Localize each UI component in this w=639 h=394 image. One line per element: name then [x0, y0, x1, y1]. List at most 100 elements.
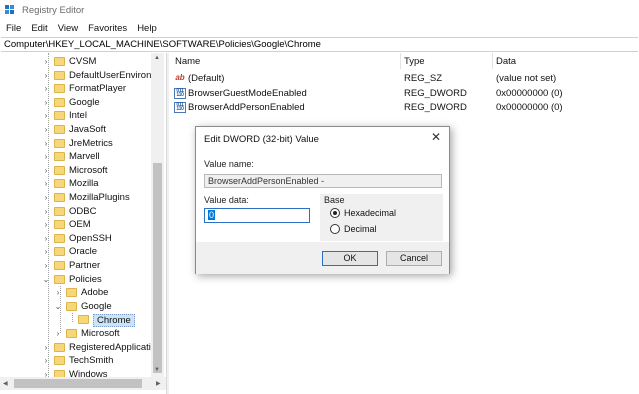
- close-icon[interactable]: ✕: [431, 130, 441, 144]
- tree-item[interactable]: › Intel: [0, 109, 150, 123]
- value-name-label: Value name:: [204, 159, 254, 169]
- tree-item[interactable]: › Partner: [0, 259, 150, 273]
- folder-icon: [54, 206, 65, 216]
- tree-item[interactable]: › Mozilla: [0, 177, 150, 191]
- menu-view[interactable]: View: [58, 23, 78, 34]
- string-value-icon: ab: [175, 73, 185, 82]
- base-label: Base: [324, 195, 345, 205]
- folder-icon: [66, 301, 77, 311]
- decimal-radio[interactable]: [330, 224, 340, 234]
- folder-icon: [54, 125, 65, 134]
- value-data-input[interactable]: 0: [204, 208, 310, 223]
- tree-item[interactable]: › Oracle: [0, 245, 150, 259]
- folder-icon: [54, 57, 65, 66]
- ok-button[interactable]: OK: [322, 251, 378, 266]
- folder-icon: [54, 152, 65, 162]
- folder-icon: [54, 193, 65, 202]
- value-type: REG_SZ: [404, 73, 443, 84]
- tree-item[interactable]: ⌄ Policies: [0, 273, 150, 287]
- binary-value-icon: 011 110: [174, 102, 186, 113]
- tree-item-label: MozillaPlugins: [69, 192, 130, 203]
- folder-icon: [54, 342, 65, 352]
- menu-edit[interactable]: Edit: [31, 23, 47, 34]
- folder-icon: [54, 356, 65, 366]
- tree-item[interactable]: › JavaSoft: [0, 123, 150, 137]
- tree-item[interactable]: › MozillaPlugins: [0, 191, 150, 205]
- tree-item-label: Mozilla: [69, 178, 99, 190]
- window-title: Registry Editor: [22, 4, 85, 16]
- value-data: 0x00000000 (0): [496, 88, 563, 99]
- tree-item-label: CVSM: [69, 56, 97, 67]
- tree-item-label: Policies: [69, 273, 102, 285]
- cancel-button[interactable]: Cancel: [386, 251, 442, 266]
- tree-item[interactable]: › OEM: [0, 218, 150, 232]
- tree-vertical-scroll-thumb[interactable]: [153, 163, 162, 373]
- tree-item-label: JreMetrics: [69, 137, 113, 149]
- value-data: (value not set): [496, 73, 557, 84]
- tree-item-label: Microsoft: [69, 164, 108, 176]
- tree-guide-line: [60, 286, 61, 333]
- column-header-data[interactable]: Data: [496, 56, 516, 67]
- tree-item[interactable]: › JreMetrics: [0, 137, 150, 151]
- tree-item[interactable]: › Microsoft: [0, 164, 150, 178]
- tree-item[interactable]: › ODBC: [0, 205, 150, 219]
- tree-item[interactable]: › RegisteredApplicatic: [0, 341, 156, 355]
- scroll-left-icon[interactable]: ◀: [3, 380, 8, 387]
- tree-item[interactable]: ⌄ Google: [0, 300, 150, 314]
- menu-bar: File Edit View Favorites Help: [0, 20, 639, 37]
- address-path[interactable]: Computer\HKEY_LOCAL_MACHINE\SOFTWARE\Pol…: [4, 39, 321, 50]
- tree-item[interactable]: › Adobe: [0, 286, 150, 300]
- tree-item[interactable]: › DefaultUserEnvironn: [0, 69, 157, 83]
- tree-item[interactable]: › FormatPlayer: [0, 82, 150, 96]
- menu-help[interactable]: Help: [137, 23, 157, 34]
- folder-icon: [66, 329, 77, 338]
- address-bar[interactable]: Computer\HKEY_LOCAL_MACHINE\SOFTWARE\Pol…: [1, 37, 638, 52]
- tree-item[interactable]: › TechSmith: [0, 354, 150, 368]
- tree-item-label: Marvell: [69, 151, 100, 163]
- column-header-type[interactable]: Type: [404, 56, 425, 67]
- column-header-name[interactable]: Name: [175, 56, 200, 67]
- tree-item[interactable]: Chrome: [0, 313, 150, 328]
- tree-guide-line: [72, 313, 73, 323]
- registry-editor-icon: [5, 5, 15, 15]
- tree-item[interactable]: › CVSM: [0, 55, 150, 69]
- scroll-right-icon[interactable]: ▶: [156, 380, 161, 387]
- menu-file[interactable]: File: [6, 23, 21, 34]
- tree-item[interactable]: › Google: [0, 96, 150, 110]
- decimal-label[interactable]: Decimal: [344, 224, 377, 234]
- tree-horizontal-scroll-thumb[interactable]: [14, 379, 142, 388]
- title-bar: Registry Editor: [0, 0, 639, 20]
- folder-icon: [54, 261, 65, 270]
- tree-item-label: DefaultUserEnvironn: [69, 69, 157, 81]
- dialog-title: Edit DWORD (32-bit) Value: [204, 134, 319, 145]
- tree-item[interactable]: › Microsoft: [0, 327, 150, 341]
- hexadecimal-radio[interactable]: [330, 208, 340, 218]
- tree-horizontal-scrollbar[interactable]: ◀ ▶: [0, 377, 166, 390]
- folder-icon: [54, 247, 65, 257]
- pane-splitter[interactable]: [166, 53, 169, 394]
- tree-item-label: Microsoft: [81, 328, 120, 339]
- menu-favorites[interactable]: Favorites: [88, 23, 127, 34]
- value-name: BrowserGuestModeEnabled: [188, 88, 307, 99]
- folder-icon: [54, 233, 65, 243]
- hexadecimal-label[interactable]: Hexadecimal: [344, 208, 396, 218]
- tree-vertical-scrollbar[interactable]: ▲ ▼: [151, 53, 164, 377]
- scroll-down-icon[interactable]: ▼: [154, 367, 160, 373]
- value-name: BrowserAddPersonEnabled: [188, 102, 305, 113]
- folder-icon: [54, 97, 65, 107]
- folder-icon: [54, 274, 65, 284]
- tree-item[interactable]: › OpenSSH: [0, 232, 150, 246]
- value-type: REG_DWORD: [404, 88, 467, 99]
- folder-icon: [54, 179, 65, 189]
- tree-item[interactable]: › Marvell: [0, 150, 150, 164]
- value-data-label: Value data:: [204, 195, 249, 205]
- scroll-up-icon[interactable]: ▲: [154, 55, 160, 61]
- tree-item-label: Google: [69, 96, 100, 108]
- key-tree: › CVSM › DefaultUserEnvironn › FormatPlayer › G…: [0, 53, 166, 394]
- binary-value-icon: 011 110: [174, 88, 186, 99]
- base-group: Base Hexadecimal Decimal: [320, 194, 443, 241]
- value-type: REG_DWORD: [404, 102, 467, 113]
- folder-icon: [66, 288, 77, 298]
- value-name-field: BrowserAddPersonEnabled -: [204, 174, 442, 188]
- value-data: 0x00000000 (0): [496, 102, 563, 113]
